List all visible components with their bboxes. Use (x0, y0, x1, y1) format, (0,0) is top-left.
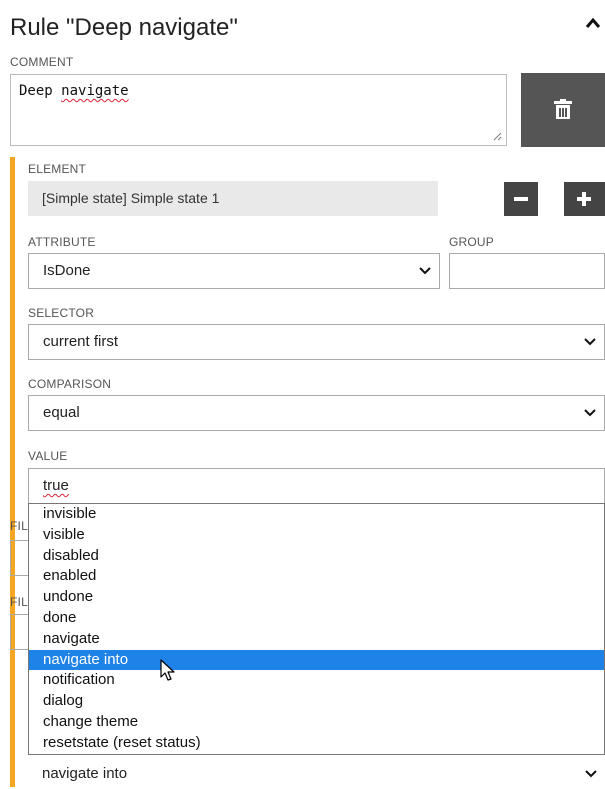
attribute-select[interactable]: IsDone (28, 253, 440, 289)
selector-label: SELECTOR (28, 306, 95, 320)
rule-title: Rule "Deep navigate" (10, 14, 238, 41)
chevron-down-icon (584, 338, 596, 346)
dropdown-option[interactable]: dialog (29, 691, 604, 712)
value-input[interactable]: true (28, 468, 605, 504)
comment-textarea[interactable]: Deep navigate (10, 74, 507, 146)
dropdown-option[interactable]: visible (29, 525, 604, 546)
resize-handle-icon[interactable] (492, 131, 502, 141)
group-label: GROUP (449, 235, 495, 249)
selector-select[interactable]: current first (28, 324, 605, 360)
comparison-select-value: equal (43, 404, 80, 421)
comment-text: Deep (19, 83, 62, 99)
dropdown-option[interactable]: enabled (29, 566, 604, 587)
dropdown-option[interactable]: invisible (29, 504, 604, 525)
chevron-down-icon (419, 267, 431, 275)
element-label: ELEMENT (28, 162, 87, 176)
comparison-select[interactable]: equal (28, 395, 605, 431)
comment-label: COMMENT (10, 55, 74, 69)
filter-label-2: FIL (10, 595, 28, 609)
mouse-cursor-icon (160, 659, 175, 681)
value-label: VALUE (28, 449, 68, 463)
comment-misspelled-word: navigate (61, 83, 129, 99)
chevron-up-icon[interactable] (584, 14, 602, 32)
minus-icon (514, 197, 528, 201)
action-accent-bar (10, 660, 15, 787)
element-value: [Simple state] Simple state 1 (28, 181, 438, 216)
dropdown-option[interactable]: undone (29, 587, 604, 608)
attribute-label: ATTRIBUTE (28, 235, 96, 249)
add-condition-button[interactable] (564, 182, 605, 216)
chevron-down-icon (585, 770, 597, 778)
dropdown-option[interactable]: navigate (29, 629, 604, 650)
value-dropdown-list[interactable]: invisible visible disabled enabled undon… (28, 503, 605, 755)
dropdown-option[interactable]: done (29, 608, 604, 629)
action-select[interactable]: navigate into (28, 759, 605, 789)
delete-rule-button[interactable] (521, 73, 605, 147)
group-input[interactable] (449, 253, 605, 289)
selector-select-value: current first (43, 333, 119, 350)
attribute-select-value: IsDone (43, 262, 91, 279)
filter-label-1: FIL (10, 519, 28, 533)
dropdown-option-selected[interactable]: navigate into (29, 649, 604, 671)
trash-icon (554, 99, 572, 119)
value-input-text: true (43, 477, 69, 494)
plus-icon (577, 192, 591, 206)
chevron-down-icon (584, 409, 596, 417)
remove-condition-button[interactable] (504, 182, 538, 216)
dropdown-option[interactable]: notification (29, 670, 604, 691)
dropdown-option[interactable]: disabled (29, 546, 604, 567)
action-select-value: navigate into (42, 765, 128, 782)
dropdown-option[interactable]: change theme (29, 712, 604, 733)
dropdown-option[interactable]: resetstate (reset status) (29, 733, 604, 754)
comparison-label: COMPARISON (28, 377, 112, 391)
